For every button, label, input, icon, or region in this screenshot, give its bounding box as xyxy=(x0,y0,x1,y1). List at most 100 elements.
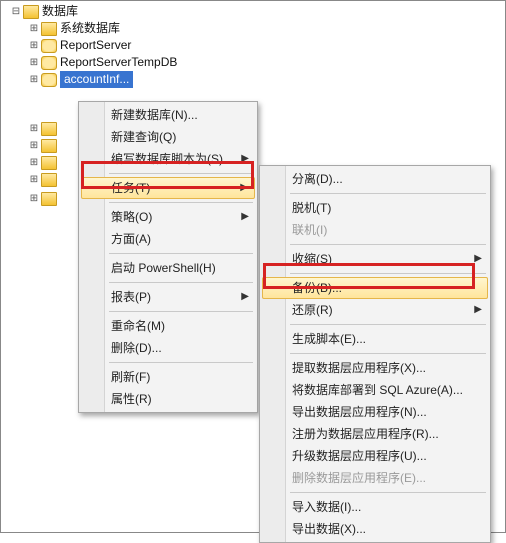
menu-item-label: 注册为数据层应用程序(R)... xyxy=(292,427,439,441)
menu-item-label: 重命名(M) xyxy=(111,319,165,333)
database-icon xyxy=(41,56,57,70)
folder-icon xyxy=(41,156,57,170)
folder-icon xyxy=(41,192,57,206)
tree-node-system-dbs[interactable]: ⊞ 系统数据库 xyxy=(11,20,177,37)
menu-item-label: 刷新(F) xyxy=(111,370,150,384)
tree-node-label: ReportServerTempDB xyxy=(60,54,177,71)
menu-separator xyxy=(109,253,253,254)
menu-item-label: 脱机(T) xyxy=(292,201,331,215)
object-explorer-tree[interactable]: ⊟ 数据库 ⊞ 系统数据库 ⊞ ReportServer ⊞ ReportSer… xyxy=(11,3,177,88)
menu-item-label: 还原(R) xyxy=(292,303,333,317)
submenu-arrow-icon: ▶ xyxy=(241,206,249,228)
menu-item-label: 导出数据层应用程序(N)... xyxy=(292,405,427,419)
folder-icon xyxy=(41,122,57,136)
menu-item-label: 删除(D)... xyxy=(111,341,162,355)
menu-item-label: 编写数据库脚本为(S) xyxy=(111,152,223,166)
menu-item-detach[interactable]: 分离(D)... xyxy=(262,168,488,190)
menu-item-label: 提取数据层应用程序(X)... xyxy=(292,361,426,375)
menu-item-policies[interactable]: 策略(O) ▶ xyxy=(81,206,255,228)
menu-item-import-data[interactable]: 导入数据(I)... xyxy=(262,496,488,518)
tree-node-databases[interactable]: ⊟ 数据库 xyxy=(11,3,177,20)
menu-item-label: 报表(P) xyxy=(111,290,151,304)
menu-separator xyxy=(109,202,253,203)
expand-icon[interactable]: ⊞ xyxy=(29,20,39,37)
tree-node-label: 数据库 xyxy=(42,3,78,20)
context-menu-database[interactable]: 新建数据库(N)... 新建查询(Q) 编写数据库脚本为(S)▶ 任务(T)▶ … xyxy=(78,101,258,413)
menu-item-refresh[interactable]: 刷新(F) xyxy=(81,366,255,388)
menu-separator xyxy=(290,324,486,325)
folder-icon xyxy=(41,173,57,187)
menu-separator xyxy=(290,353,486,354)
folder-icon xyxy=(41,22,57,36)
expand-icon[interactable]: ⊞ xyxy=(29,37,39,54)
menu-item-reports[interactable]: 报表(P) ▶ xyxy=(81,286,255,308)
tree-node-label: 系统数据库 xyxy=(60,20,120,37)
folder-icon xyxy=(23,5,39,19)
collapse-icon[interactable]: ⊟ xyxy=(11,3,21,20)
menu-item-backup[interactable]: 备份(B)... xyxy=(262,277,488,299)
database-icon xyxy=(41,39,57,53)
menu-item-bring-online: 联机(I) xyxy=(262,219,488,241)
menu-separator xyxy=(109,362,253,363)
menu-item-script-database-as[interactable]: 编写数据库脚本为(S) ▶ xyxy=(81,148,255,170)
menu-item-label: 分离(D)... xyxy=(292,172,343,186)
expand-icon[interactable]: ⊞ xyxy=(29,54,39,71)
menu-item-label: 方面(A) xyxy=(111,232,151,246)
menu-item-upgrade-dacpac[interactable]: 升级数据层应用程序(U)... xyxy=(262,445,488,467)
expand-icon[interactable]: ⊞ xyxy=(29,71,39,88)
submenu-arrow-icon: ▶ xyxy=(241,148,249,170)
menu-item-extract-dacpac[interactable]: 提取数据层应用程序(X)... xyxy=(262,357,488,379)
menu-separator xyxy=(109,173,253,174)
menu-separator xyxy=(290,193,486,194)
menu-item-label: 属性(R) xyxy=(111,392,152,406)
menu-item-label: 升级数据层应用程序(U)... xyxy=(292,449,427,463)
menu-item-deploy-azure[interactable]: 将数据库部署到 SQL Azure(A)... xyxy=(262,379,488,401)
tree-node-label: ReportServer xyxy=(60,37,131,54)
menu-item-register-dacpac[interactable]: 注册为数据层应用程序(R)... xyxy=(262,423,488,445)
menu-item-label: 收缩(S) xyxy=(292,252,332,266)
menu-item-rename[interactable]: 重命名(M) xyxy=(81,315,255,337)
database-icon xyxy=(41,73,57,87)
submenu-arrow-icon: ▶ xyxy=(240,178,248,198)
menu-item-label: 将数据库部署到 SQL Azure(A)... xyxy=(292,383,463,397)
menu-item-export-dacpac[interactable]: 导出数据层应用程序(N)... xyxy=(262,401,488,423)
menu-item-label: 任务(T) xyxy=(111,181,150,195)
tree-node-reportservertempdb[interactable]: ⊞ ReportServerTempDB xyxy=(11,54,177,71)
menu-separator xyxy=(290,244,486,245)
menu-separator xyxy=(290,492,486,493)
menu-separator xyxy=(290,273,486,274)
menu-item-new-query[interactable]: 新建查询(Q) xyxy=(81,126,255,148)
tree-node-reportserver[interactable]: ⊞ ReportServer xyxy=(11,37,177,54)
menu-item-label: 新建数据库(N)... xyxy=(111,108,198,122)
folder-icon xyxy=(41,139,57,153)
menu-item-label: 备份(B)... xyxy=(292,281,342,295)
menu-item-label: 生成脚本(E)... xyxy=(292,332,366,346)
menu-item-delete[interactable]: 删除(D)... xyxy=(81,337,255,359)
menu-item-take-offline[interactable]: 脱机(T) xyxy=(262,197,488,219)
tree-node-selected-db[interactable]: ⊞ accountInf... xyxy=(11,71,177,88)
menu-item-facets[interactable]: 方面(A) xyxy=(81,228,255,250)
menu-item-tasks[interactable]: 任务(T) ▶ xyxy=(81,177,255,199)
menu-item-export-data[interactable]: 导出数据(X)... xyxy=(262,518,488,540)
menu-item-label: 新建查询(Q) xyxy=(111,130,176,144)
menu-item-generate-scripts[interactable]: 生成脚本(E)... xyxy=(262,328,488,350)
menu-separator xyxy=(109,311,253,312)
menu-item-properties[interactable]: 属性(R) xyxy=(81,388,255,410)
menu-item-label: 策略(O) xyxy=(111,210,152,224)
tree-node-label-selected: accountInf... xyxy=(60,71,133,88)
menu-item-label: 联机(I) xyxy=(292,223,327,237)
submenu-arrow-icon: ▶ xyxy=(474,299,482,321)
tree-extra-nodes: ⊞ ⊞ ⊞ ⊞ ⊞ xyxy=(11,106,60,207)
menu-item-label: 导入数据(I)... xyxy=(292,500,361,514)
menu-item-label: 导出数据(X)... xyxy=(292,522,366,536)
submenu-arrow-icon: ▶ xyxy=(241,286,249,308)
menu-item-restore[interactable]: 还原(R) ▶ xyxy=(262,299,488,321)
submenu-arrow-icon: ▶ xyxy=(474,248,482,270)
menu-item-label: 启动 PowerShell(H) xyxy=(111,261,216,275)
menu-separator xyxy=(109,282,253,283)
menu-item-start-powershell[interactable]: 启动 PowerShell(H) xyxy=(81,257,255,279)
menu-item-label: 删除数据层应用程序(E)... xyxy=(292,471,426,485)
submenu-tasks[interactable]: 分离(D)... 脱机(T) 联机(I) 收缩(S) ▶ 备份(B)... 还原(… xyxy=(259,165,491,543)
menu-item-new-database[interactable]: 新建数据库(N)... xyxy=(81,104,255,126)
menu-item-shrink[interactable]: 收缩(S) ▶ xyxy=(262,248,488,270)
